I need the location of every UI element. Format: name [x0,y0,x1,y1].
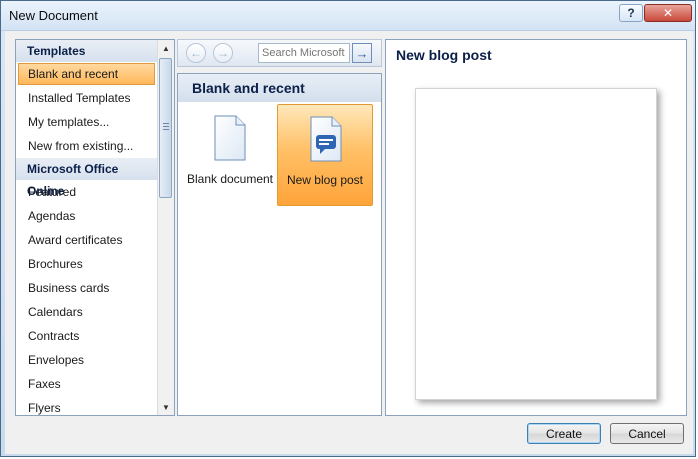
preview-page-thumbnail [415,88,657,400]
section-header-office-online: Microsoft Office Online [16,158,157,198]
section-header-templates: Templates [16,40,157,62]
sidebar-item-featured[interactable]: Featured [16,180,157,204]
window-title: New Document [9,8,98,23]
sidebar-item-calendars[interactable]: Calendars [16,300,157,324]
template-category-list: Templates Blank and recent Installed Tem… [15,39,175,416]
cancel-button[interactable]: Cancel [610,423,684,444]
help-button[interactable]: ? [619,4,643,22]
gallery-title: Blank and recent [178,74,381,102]
category-list-items: Templates Blank and recent Installed Tem… [16,40,157,415]
search-input[interactable] [258,43,350,63]
grip-line [163,123,169,124]
template-tile-blank-document[interactable]: Blank document [182,104,278,206]
sidebar-item-faxes[interactable]: Faxes [16,372,157,396]
template-label: New blog post [286,173,364,187]
scroll-up-icon[interactable]: ▲ [158,40,174,56]
sidebar-item-blank-and-recent[interactable]: Blank and recent [18,63,155,85]
sidebar-item-my-templates[interactable]: My templates... [16,110,157,134]
template-label: Blank document [186,172,274,186]
category-list-scrollbar[interactable]: ▲ ▼ [157,40,174,415]
create-button[interactable]: Create [527,423,601,444]
scroll-thumb[interactable] [159,58,172,198]
dialog-body: Templates Blank and recent Installed Tem… [5,31,693,454]
sidebar-item-new-from-existing[interactable]: New from existing... [16,134,157,158]
preview-title: New blog post [396,47,492,63]
grip-line [163,129,169,130]
sidebar-item-flyers[interactable]: Flyers [16,396,157,415]
template-nav-toolbar: ← → → [177,39,382,67]
sidebar-item-envelopes[interactable]: Envelopes [16,348,157,372]
template-gallery: Blank and recent Blank document New blog… [177,73,382,416]
sidebar-item-brochures[interactable]: Brochures [16,252,157,276]
sidebar-item-installed-templates[interactable]: Installed Templates [16,86,157,110]
close-button[interactable]: ✕ [644,4,692,22]
sidebar-item-agendas[interactable]: Agendas [16,204,157,228]
new-document-dialog: New Document ? ✕ Templates Blank and rec… [0,0,696,457]
grip-line [163,126,169,127]
sidebar-item-award-certificates[interactable]: Award certificates [16,228,157,252]
template-preview-panel: New blog post [385,39,687,416]
scroll-down-icon[interactable]: ▼ [158,399,174,415]
blog-post-icon [310,116,342,162]
search-go-button[interactable]: → [352,43,372,63]
sidebar-item-business-cards[interactable]: Business cards [16,276,157,300]
blank-document-icon [214,115,246,161]
titlebar: New Document ? ✕ [1,1,695,31]
arrow-right-icon: → [355,45,369,61]
forward-arrow-icon[interactable]: → [213,43,233,63]
back-arrow-icon[interactable]: ← [186,43,206,63]
sidebar-item-contracts[interactable]: Contracts [16,324,157,348]
template-tile-new-blog-post[interactable]: New blog post [277,104,373,206]
